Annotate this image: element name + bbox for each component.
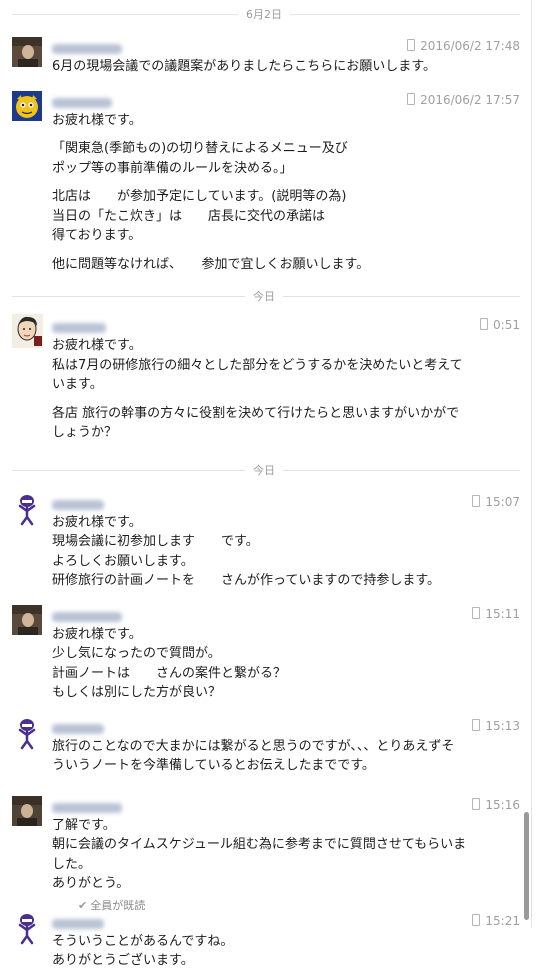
- message-time: 0:51: [480, 318, 520, 332]
- checkmark-icon: ✔: [78, 899, 88, 912]
- user-name-blurred: [52, 796, 514, 816]
- user-avatar[interactable]: [12, 715, 42, 750]
- message-time-text: 15:16: [485, 797, 520, 812]
- phone-icon: [407, 39, 416, 51]
- date-divider-label: 今日: [245, 461, 283, 478]
- message-time: 15:21: [472, 913, 520, 928]
- message-time-text: 15:13: [485, 718, 520, 733]
- date-divider: 今日: [0, 283, 528, 309]
- user-avatar[interactable]: [12, 314, 43, 348]
- message-item: 15:21 そういうことがあるんですね。 ありがとうございます。: [0, 910, 528, 971]
- message-time-text: 15:21: [485, 913, 520, 928]
- phone-icon: [407, 92, 416, 105]
- phone-icon: [472, 913, 481, 926]
- user-avatar[interactable]: [12, 90, 42, 121]
- message-time-text: 2016/06/2 17:48: [420, 39, 520, 53]
- message-time: 15:11: [472, 606, 520, 621]
- read-receipt-text: 全員が既読: [90, 899, 146, 912]
- user-avatar[interactable]: [12, 795, 42, 826]
- date-divider-label: 6月2日: [238, 6, 290, 22]
- message-time: 15:07: [472, 494, 520, 509]
- message-time-text: 15:11: [485, 606, 520, 621]
- read-receipt: ✔ 全員が既読: [78, 897, 145, 913]
- message-item: 15:13 旅行のことなので大まかには繋がると思うのですが、、、とりあえずそ う…: [0, 715, 528, 776]
- message-item: 2016/06/2 17:57 お疲れ様です。 「関東急(季節もの)の切り替えに…: [0, 90, 528, 275]
- phone-icon: [472, 797, 481, 810]
- date-divider-label: 今日: [245, 288, 283, 304]
- chat-panel-border: [531, 0, 532, 928]
- message-time-text: 2016/06/2 17:57: [420, 92, 520, 107]
- chat-timeline: 6月2日 2016/06/2 17:48 6月の現場会議での議題案がありましたら…: [0, 0, 528, 971]
- date-divider: 今日: [0, 457, 528, 483]
- message-text: そういうことがあるんですね。 ありがとうございます。: [52, 933, 234, 969]
- message-text: 他に問題等なければ、 参加で宜しくお願いします。: [52, 256, 370, 272]
- message-item: 15:16 了解です。 朝に会議のタイムスケジュール組む為に参考までに質問させて…: [0, 795, 528, 894]
- message-item: 0:51 お疲れ様です。 私は7月の研修旅行の細々とした部分をどうするかを決めた…: [0, 314, 528, 443]
- user-name-blurred: [52, 316, 514, 336]
- phone-icon: [472, 606, 481, 619]
- message-text: 各店 旅行の幹事の方々に役割を決めて行けたらと思いますがいかがで しょうか？: [52, 405, 460, 441]
- message-text: 旅行のことなので大まかには繋がると思うのですが、、、とりあえずそ ういうノートを…: [52, 738, 455, 774]
- message-time: 15:16: [472, 797, 520, 812]
- message-text: お疲れ様です。: [52, 112, 142, 128]
- phone-icon: [480, 318, 489, 330]
- user-name-blurred: [52, 493, 514, 513]
- user-avatar[interactable]: [12, 491, 42, 526]
- message-text: 6月の現場会議での議題案がありましたらこちらにお願いします。: [52, 59, 436, 74]
- message-text: お疲れ様です。 現場会議に初参加します です。 よろしくお願いします。 研修旅行…: [52, 514, 441, 589]
- message-item: 2016/06/2 17:48 6月の現場会議での議題案がありましたらこちらにお…: [0, 37, 528, 77]
- user-name-blurred: [52, 717, 514, 737]
- user-name-blurred: [52, 605, 514, 625]
- phone-icon: [472, 494, 481, 507]
- message-time: 2016/06/2 17:57: [407, 92, 520, 107]
- message-time-text: 15:07: [485, 494, 520, 509]
- message-time: 2016/06/2 17:48: [407, 39, 520, 53]
- user-avatar[interactable]: [12, 37, 42, 67]
- date-divider: 6月2日: [0, 1, 528, 27]
- phone-icon: [472, 718, 481, 731]
- message-text: 北店は が参加予定にしています。(説明等の為) 当日の「たこ炊き」は 店長に交代…: [52, 189, 347, 243]
- message-time-text: 0:51: [493, 318, 520, 332]
- message-text: お疲れ様です。 私は7月の研修旅行の細々とした部分をどうするかを決めたいと考えて…: [52, 338, 463, 392]
- user-avatar[interactable]: [12, 604, 42, 635]
- message-item: 15:07 お疲れ様です。 現場会議に初参加します です。 よろしくお願いします…: [0, 491, 528, 591]
- message-time: 15:13: [472, 718, 520, 733]
- message-text: 了解です。 朝に会議のタイムスケジュール組む為に参考までに質問させてもらいま し…: [52, 817, 467, 892]
- message-item: 15:11 お疲れ様です。 少し気になったので質問が。 計画ノートは さんの案件…: [0, 604, 528, 703]
- user-name-blurred: [52, 912, 514, 932]
- message-text: お疲れ様です。 少し気になったので質問が。 計画ノートは さんの案件と繋がる？ …: [52, 626, 287, 701]
- message-text: 「関東急(季節もの)の切り替えによるメニュー及び ポップ等の事前準備のルールを決…: [52, 141, 348, 176]
